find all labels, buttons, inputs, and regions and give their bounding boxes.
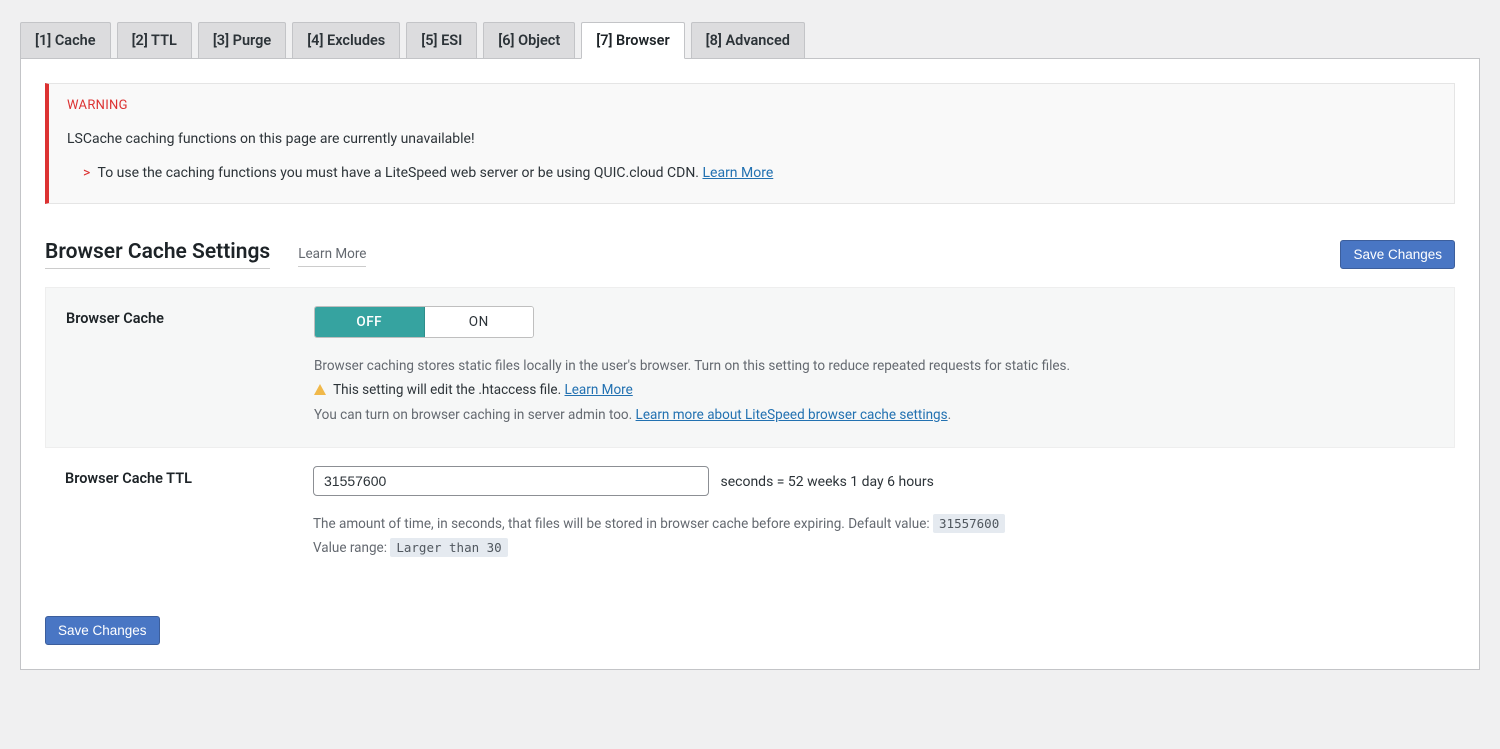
browser-cache-desc-3: You can turn on browser caching in serve…	[314, 407, 636, 423]
tab-cache[interactable]: [1] Cache	[20, 22, 111, 58]
browser-cache-toggle[interactable]: OFF ON	[314, 306, 534, 338]
save-changes-button-bottom[interactable]: Save Changes	[45, 616, 160, 645]
warning-subtext: > To use the caching functions you must …	[67, 165, 1436, 181]
browser-cache-ttl-label: Browser Cache TTL	[65, 466, 313, 563]
footer-actions: Save Changes	[45, 616, 1455, 645]
warning-triangle-icon	[314, 384, 326, 395]
ttl-range-prefix: Value range:	[313, 540, 390, 556]
save-changes-button-top[interactable]: Save Changes	[1340, 240, 1455, 269]
ttl-human-readable: seconds = 52 weeks 1 day 6 hours	[720, 474, 933, 490]
warning-learn-more-link[interactable]: Learn More	[702, 165, 773, 181]
tab-esi[interactable]: [5] ESI	[406, 22, 477, 58]
litespeed-browser-cache-link[interactable]: Learn more about LiteSpeed browser cache…	[636, 407, 948, 423]
browser-cache-ttl-input[interactable]	[313, 466, 709, 496]
warning-text: LSCache caching functions on this page a…	[67, 131, 1436, 147]
warning-title: WARNING	[67, 98, 1436, 113]
warning-box: WARNING LSCache caching functions on thi…	[45, 83, 1455, 204]
ttl-default-value: 31557600	[933, 514, 1005, 533]
browser-cache-desc-2: This setting will edit the .htaccess fil…	[333, 382, 564, 398]
htaccess-learn-more-link[interactable]: Learn More	[565, 382, 633, 398]
tab-object[interactable]: [6] Object	[483, 22, 575, 58]
ttl-desc-prefix: The amount of time, in seconds, that fil…	[313, 516, 933, 532]
browser-cache-label: Browser Cache	[66, 306, 314, 429]
field-browser-cache: Browser Cache OFF ON Browser caching sto…	[45, 287, 1455, 448]
toggle-on[interactable]: ON	[425, 307, 534, 337]
tab-purge[interactable]: [3] Purge	[198, 22, 286, 58]
page-title: Browser Cache Settings	[45, 240, 270, 269]
tab-bar: [1] Cache [2] TTL [3] Purge [4] Excludes…	[20, 0, 1480, 58]
tab-excludes[interactable]: [4] Excludes	[292, 22, 400, 58]
field-browser-cache-ttl: Browser Cache TTL seconds = 52 weeks 1 d…	[45, 448, 1455, 581]
header-learn-more-link[interactable]: Learn More	[298, 246, 366, 267]
toggle-off[interactable]: OFF	[315, 307, 425, 337]
settings-panel: WARNING LSCache caching functions on thi…	[20, 58, 1480, 670]
browser-cache-desc-1: Browser caching stores static files loca…	[314, 356, 1434, 376]
warning-sub-body: To use the caching functions you must ha…	[98, 165, 703, 181]
tab-advanced[interactable]: [8] Advanced	[691, 22, 805, 58]
header-row: Browser Cache Settings Learn More Save C…	[45, 240, 1455, 269]
browser-cache-desc-3-period: .	[948, 407, 952, 423]
ttl-range-value: Larger than 30	[390, 538, 507, 557]
header-left: Browser Cache Settings Learn More	[45, 240, 366, 269]
tab-browser[interactable]: [7] Browser	[581, 22, 684, 59]
warning-prefix: >	[83, 165, 90, 181]
tab-ttl[interactable]: [2] TTL	[117, 22, 192, 58]
